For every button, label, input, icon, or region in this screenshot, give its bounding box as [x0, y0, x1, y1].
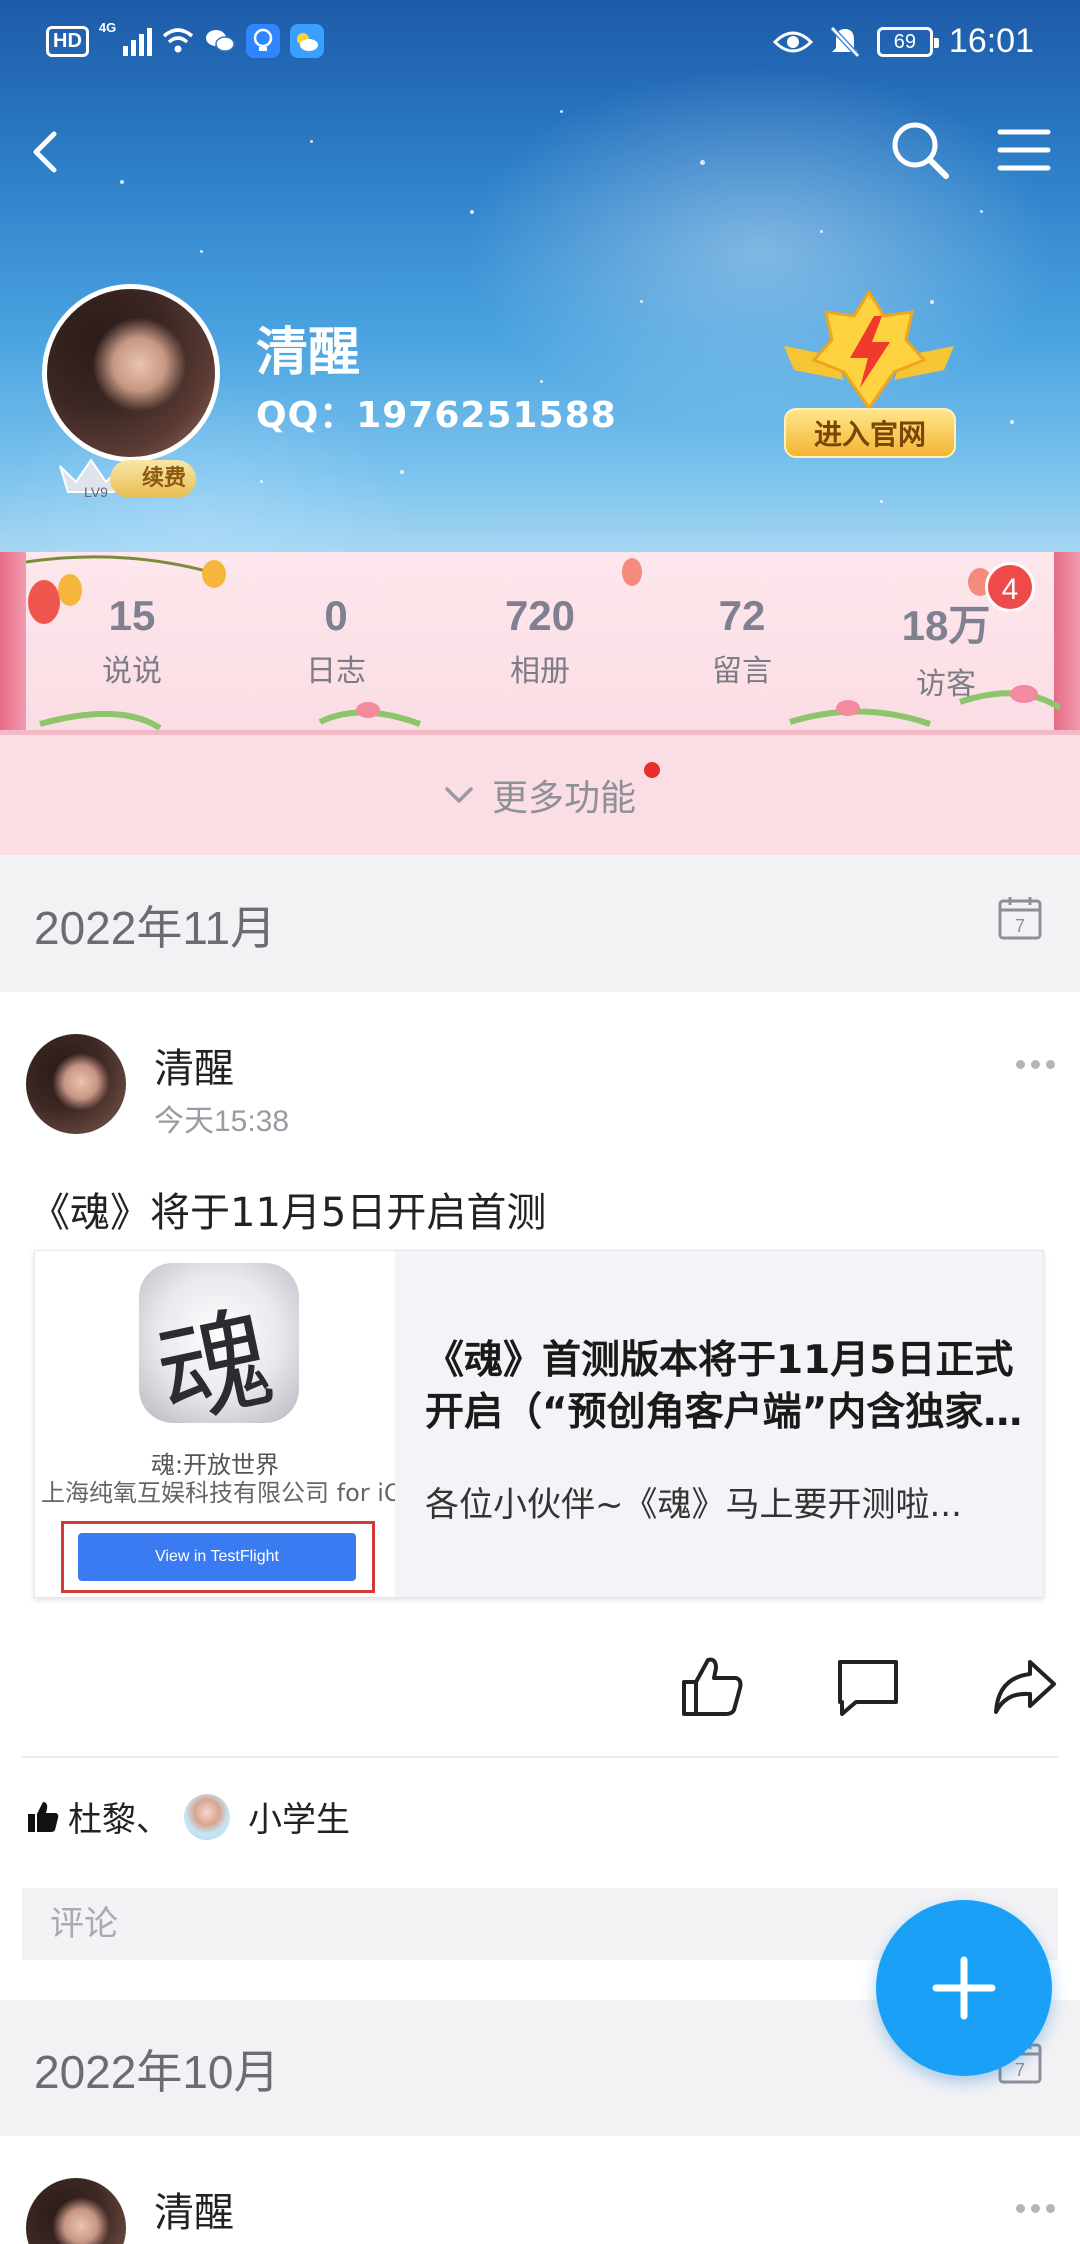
- stat-value: 720: [504, 592, 576, 639]
- like-filled-icon: [28, 1801, 59, 1832]
- testflight-button: View in TestFlight: [78, 1533, 356, 1581]
- menu-icon[interactable]: [994, 120, 1054, 180]
- shared-link-description: 各位小伙伴~《魂》马上要开测啦...: [425, 1485, 962, 1525]
- stat-xiangce[interactable]: 720 相册: [450, 592, 630, 690]
- stat-label: 日志: [306, 654, 366, 689]
- divider: [22, 1756, 1058, 1758]
- more-functions-label: 更多功能: [491, 778, 636, 819]
- post-text: 《魂》将于11月5日开启首测: [30, 1190, 547, 1236]
- stat-value: 0: [324, 592, 348, 639]
- lightning-crest-icon: [784, 290, 954, 411]
- signal-icon: 4G: [99, 20, 152, 56]
- calendar-day: 7: [1015, 916, 1025, 936]
- feed-post: 清醒 今天15:38 《魂》将于11月5日开启首测 魂 魂:开放世界 上海纯氧互…: [0, 992, 1080, 2000]
- liker-name[interactable]: 小学生: [248, 1792, 350, 1841]
- visitor-count-badge: 4: [985, 562, 1035, 612]
- stat-value: 72: [718, 592, 766, 639]
- comment-icon[interactable]: [834, 1652, 902, 1720]
- network-type: 4G: [98, 20, 117, 35]
- search-icon[interactable]: [888, 118, 952, 182]
- shared-link-title: 《魂》首测版本将于11月5日正式开启（“预创角客户端”内含独家福利）: [425, 1338, 1023, 1435]
- liker-names[interactable]: 杜黎、: [68, 1792, 170, 1841]
- vip-badge[interactable]: 续费 LV9: [56, 452, 198, 500]
- official-site-label: 进入官网: [784, 408, 956, 458]
- eye-icon: [772, 31, 813, 52]
- date-section-header: 2022年11月 7: [0, 856, 1080, 992]
- stat-label: 相册: [510, 654, 570, 689]
- profile-header: HD 4G 69 16:01 续费 LV9 清醒 QQ：1976251588 进…: [0, 0, 1080, 560]
- post-author-avatar[interactable]: [26, 1034, 126, 1134]
- stat-liuyan[interactable]: 72 留言: [652, 592, 832, 690]
- vip-renew-label[interactable]: 续费: [110, 460, 196, 498]
- date-section-title: 2022年10月: [34, 2046, 280, 2098]
- wechat-icon: [205, 30, 235, 52]
- feed-post: 清醒: [0, 2136, 1080, 2244]
- official-site-button[interactable]: 进入官网: [774, 290, 964, 466]
- thumbnail-subtitle: 上海纯氧互娱科技有限公司 for iOS: [41, 1479, 395, 1507]
- like-icon[interactable]: [678, 1652, 746, 1720]
- stat-label: 访客: [916, 667, 976, 702]
- profile-qq: QQ：1976251588: [256, 395, 617, 436]
- vip-level: LV9: [84, 484, 108, 500]
- battery-indicator: 69: [876, 26, 939, 57]
- calendar-icon[interactable]: 7: [996, 894, 1044, 942]
- stats-bar: 15 说说 0 日志 720 相册 72 留言 18万 访客: [0, 552, 1080, 735]
- stat-value: 15: [108, 592, 156, 639]
- shared-link-card[interactable]: 魂 魂:开放世界 上海纯氧互娱科技有限公司 for iOS View in Te…: [34, 1250, 1044, 1598]
- stat-shuoshuo[interactable]: 15 说说: [42, 592, 222, 690]
- weather-app-icon: [289, 24, 324, 58]
- more-options-icon[interactable]: [1016, 1054, 1060, 1074]
- more-options-icon[interactable]: [1016, 2198, 1060, 2218]
- post-author-name[interactable]: 清醒: [154, 2180, 234, 2238]
- lightbulb-app-icon: [245, 24, 280, 58]
- wifi-icon: [162, 28, 194, 53]
- more-functions-button[interactable]: 更多功能: [0, 735, 1080, 855]
- hd-indicator: HD: [46, 25, 89, 57]
- profile-avatar[interactable]: [42, 284, 220, 462]
- bell-muted-icon: [830, 25, 860, 58]
- stat-label: 说说: [102, 654, 162, 689]
- app-logo-icon: 魂: [139, 1263, 299, 1423]
- plus-icon: [932, 1956, 996, 2020]
- chevron-down-icon: [445, 787, 473, 803]
- liker-avatar[interactable]: [184, 1793, 230, 1840]
- notification-dot: [644, 762, 660, 778]
- post-author-avatar[interactable]: [26, 2178, 126, 2244]
- status-bar: HD 4G 69 16:01: [0, 0, 1080, 86]
- profile-name: 清醒: [256, 323, 361, 383]
- share-icon[interactable]: [990, 1652, 1058, 1720]
- clock: 16:01: [948, 22, 1034, 60]
- stat-label: 留言: [712, 654, 772, 689]
- stat-rizhi[interactable]: 0 日志: [246, 592, 426, 690]
- date-section-title: 2022年11月: [34, 902, 277, 954]
- likes-row[interactable]: 杜黎、 小学生: [26, 1792, 350, 1841]
- app-logo-glyph: 魂: [146, 1292, 284, 1423]
- create-post-button[interactable]: [876, 1900, 1052, 2076]
- post-author-name[interactable]: 清醒: [154, 1036, 234, 1094]
- post-timestamp: 今天15:38: [154, 1105, 290, 1138]
- shared-link-thumbnail: 魂 魂:开放世界 上海纯氧互娱科技有限公司 for iOS View in Te…: [35, 1251, 395, 1597]
- thumbnail-highlight-frame: View in TestFlight: [61, 1521, 375, 1593]
- back-arrow-icon[interactable]: [18, 122, 78, 182]
